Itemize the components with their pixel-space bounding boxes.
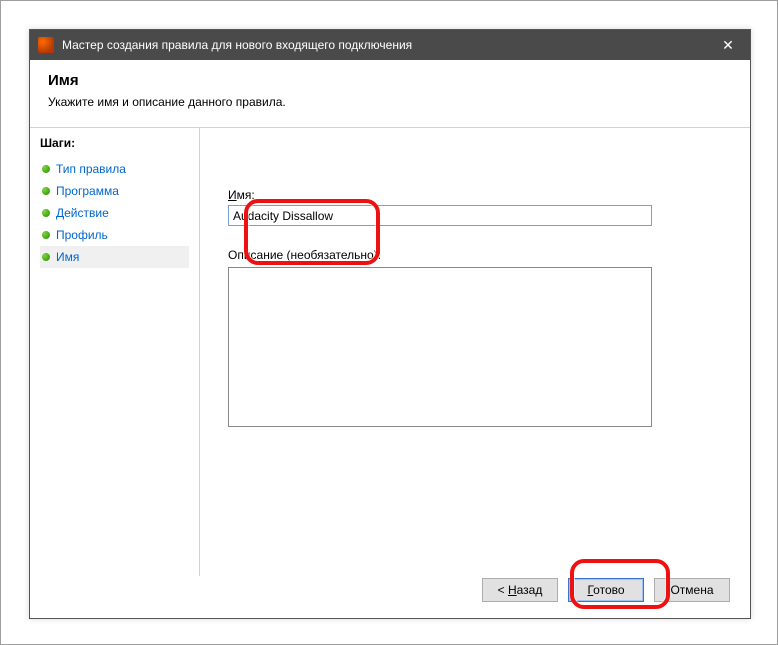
close-button[interactable]: ✕ — [706, 30, 750, 60]
cancel-button[interactable]: Отмена — [654, 578, 730, 602]
bullet-icon — [42, 165, 50, 173]
wizard-main: Имя: Описание (необязательно): — [200, 128, 750, 576]
step-rule-type[interactable]: Тип правила — [40, 158, 189, 180]
name-label: Имя: — [228, 188, 722, 202]
wizard-buttons: < Назад Готово Отмена — [482, 578, 730, 602]
name-input[interactable] — [228, 205, 652, 226]
window-title: Мастер создания правила для нового входя… — [62, 38, 706, 52]
description-label: Описание (необязательно): — [228, 248, 722, 262]
step-label: Имя — [56, 250, 79, 264]
steps-list: Тип правила Программа Действие Профиль — [40, 158, 189, 268]
description-input[interactable] — [228, 267, 652, 427]
step-profile[interactable]: Профиль — [40, 224, 189, 246]
wizard-body: Шаги: Тип правила Программа Действие — [30, 128, 750, 576]
wizard-dialog: Мастер создания правила для нового входя… — [29, 29, 751, 619]
finish-button[interactable]: Готово — [568, 578, 644, 602]
step-action[interactable]: Действие — [40, 202, 189, 224]
step-label: Действие — [56, 206, 109, 220]
step-label: Профиль — [56, 228, 108, 242]
screenshot-canvas: Мастер создания правила для нового входя… — [0, 0, 778, 645]
wizard-header: Имя Укажите имя и описание данного прави… — [30, 60, 750, 127]
bullet-icon — [42, 231, 50, 239]
back-button[interactable]: < Назад — [482, 578, 558, 602]
page-subtitle: Укажите имя и описание данного правила. — [48, 95, 732, 109]
bullet-icon — [42, 253, 50, 261]
step-label: Программа — [56, 184, 119, 198]
step-program[interactable]: Программа — [40, 180, 189, 202]
firewall-icon — [38, 37, 54, 53]
titlebar: Мастер создания правила для нового входя… — [30, 30, 750, 60]
step-label: Тип правила — [56, 162, 126, 176]
page-title: Имя — [48, 72, 732, 89]
close-icon: ✕ — [722, 37, 734, 54]
bullet-icon — [42, 209, 50, 217]
step-name[interactable]: Имя — [40, 246, 189, 268]
steps-heading: Шаги: — [40, 136, 189, 150]
steps-sidebar: Шаги: Тип правила Программа Действие — [30, 128, 200, 576]
bullet-icon — [42, 187, 50, 195]
